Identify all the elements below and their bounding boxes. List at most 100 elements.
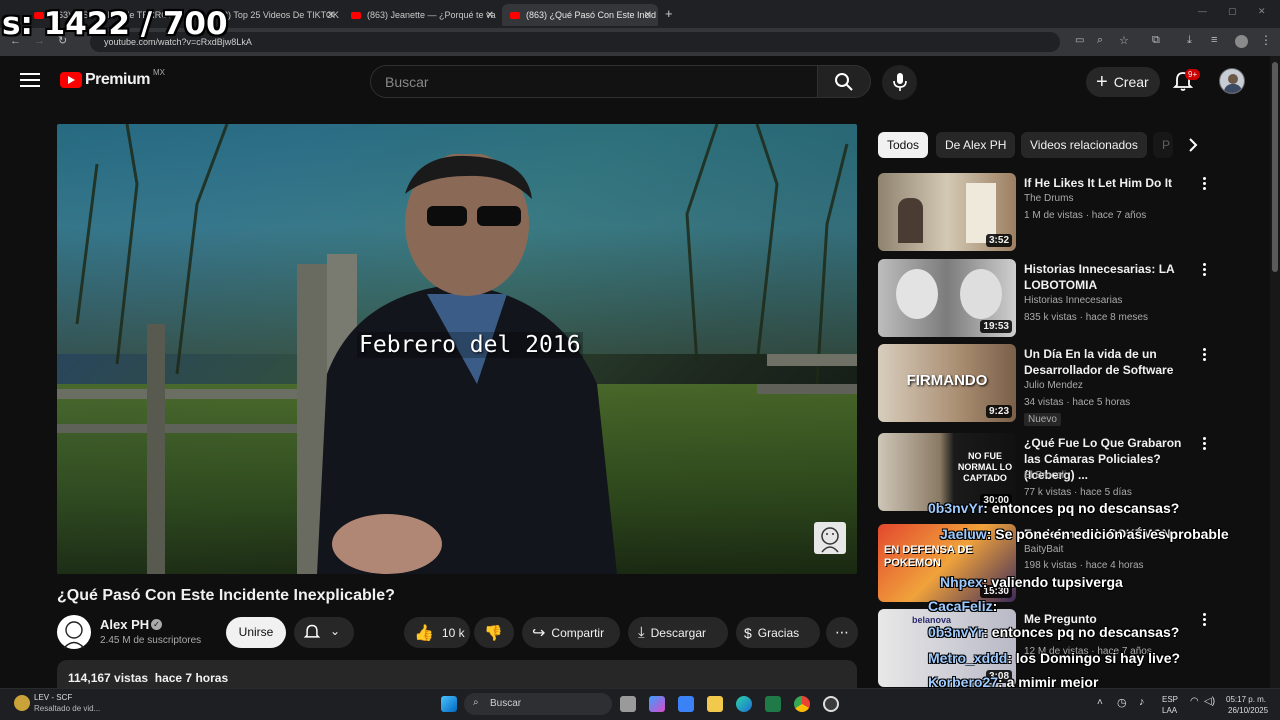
video-player[interactable]: Febrero del 2016 — [57, 124, 857, 574]
chevron-right-icon[interactable] — [1182, 134, 1204, 156]
verified-icon: ✓ — [151, 619, 162, 630]
windows-start-icon[interactable] — [441, 696, 457, 712]
create-button[interactable]: + Crear — [1086, 67, 1160, 97]
more-vertical-icon[interactable] — [1203, 263, 1207, 277]
thumbnail-text: EN DEFENSA DE POKEMON — [884, 544, 973, 569]
clock-time[interactable]: 05:17 p. m. — [1226, 695, 1266, 704]
taskbar-search-input[interactable]: Buscar — [464, 693, 612, 715]
extensions-icon[interactable]: ⧉ — [1152, 34, 1160, 47]
share-label: Compartir — [551, 625, 605, 640]
hamburger-menu-icon[interactable] — [20, 73, 40, 89]
download-icon: ⤓ — [638, 624, 645, 641]
search-button[interactable] — [817, 65, 871, 98]
task-view-icon[interactable] — [620, 696, 636, 712]
volume-tray-icon[interactable]: ◁) — [1204, 696, 1215, 707]
chrome-icon[interactable] — [794, 696, 810, 712]
close-tab-icon[interactable]: ✕ — [327, 10, 335, 21]
download-button[interactable]: ⤓ Descargar — [628, 617, 728, 648]
chat-message: Metro_xddd: los Domingo si hay live? — [928, 650, 1180, 666]
youtube-premium-logo[interactable]: Premium MX — [60, 68, 165, 89]
recommendation-title: Historias Innecesarias: LA LOBOTOMIA — [1024, 262, 1175, 292]
chat-user: Metro_xddd — [928, 650, 1008, 666]
voice-search-button[interactable] — [882, 65, 917, 100]
notification-title: LEV - SCF — [34, 693, 73, 702]
edge-icon[interactable] — [736, 696, 752, 712]
recommendation-channel: Historias Innecesarias — [1024, 295, 1123, 306]
chevron-up-icon[interactable]: ˄ — [1097, 697, 1103, 708]
subscription-bell-button[interactable]: ⌄ — [294, 617, 354, 648]
channel-avatar[interactable] — [57, 615, 91, 649]
video-thumbnail[interactable]: FIRMANDO 9:23 — [878, 344, 1016, 422]
more-horizontal-icon: ⋯ — [835, 624, 849, 640]
chat-user: 0b3nvYr — [928, 500, 984, 516]
obs-icon[interactable] — [823, 696, 839, 712]
more-vertical-icon[interactable] — [1203, 613, 1207, 627]
bell-icon — [303, 624, 321, 638]
file-explorer-icon[interactable] — [707, 696, 723, 712]
chat-text: : valiendo tupsiverga — [982, 574, 1123, 590]
chat-message: 0b3nvYr: entonces pq no descansas? — [928, 500, 1179, 516]
subscriber-count: 2.45 M de suscriptores — [100, 635, 202, 646]
share-button[interactable]: ↪ Compartir — [522, 617, 620, 648]
youtube-icon — [351, 11, 361, 19]
browser-tab[interactable]: (863) Jeanette — ¿Porqué te va ✕ — [343, 4, 500, 26]
notification-count-badge: 9+ — [1185, 69, 1201, 80]
cast-icon[interactable]: ▭ — [1075, 35, 1084, 46]
scrollbar-thumb[interactable] — [1272, 62, 1278, 272]
more-actions-button[interactable]: ⋯ — [826, 617, 858, 648]
close-tab-icon[interactable]: ✕ — [644, 10, 652, 21]
close-tab-icon[interactable]: ✕ — [486, 10, 494, 21]
maximize-window-icon[interactable]: ▢ — [1228, 6, 1237, 17]
recommendation-channel: BaityBait — [1024, 544, 1064, 555]
downloads-icon[interactable]: ⤓ — [1187, 34, 1192, 47]
dislike-button[interactable]: 👎 — [474, 617, 514, 648]
close-window-icon[interactable]: ✕ — [1258, 6, 1266, 17]
store-icon[interactable] — [678, 696, 694, 712]
thumbs-down-icon: 👎 — [484, 624, 503, 642]
browser-menu-icon[interactable]: ⋮ — [1260, 33, 1272, 47]
minimize-window-icon[interactable]: — — [1198, 6, 1207, 16]
chip-all[interactable]: Todos — [878, 132, 929, 158]
network-tray-icon[interactable]: ◷ — [1117, 696, 1127, 709]
like-button[interactable]: 👍 10 k — [404, 617, 470, 648]
chip-from-channel[interactable]: De Alex PH — [936, 132, 1016, 158]
windows-taskbar: LEV - SCF Resaltado de vid... — [0, 688, 1280, 720]
search-icon — [835, 73, 853, 91]
keyboard-layout: LAA — [1162, 706, 1178, 715]
notification-app-icon[interactable] — [14, 695, 30, 711]
microphone-tray-icon[interactable]: ♪ — [1139, 696, 1145, 708]
account-avatar[interactable] — [1219, 68, 1245, 94]
recommendation-channel: Julio Mendez — [1024, 380, 1083, 391]
search-input[interactable] — [371, 66, 817, 97]
tab-search-icon[interactable]: ≡ — [1211, 34, 1217, 46]
channel-name[interactable]: Alex PH — [100, 617, 149, 632]
excel-icon[interactable] — [765, 696, 781, 712]
thanks-button[interactable]: $ Gracias — [736, 617, 820, 648]
url-input[interactable]: youtube.com/watch?v=cRxdBjw8LkA — [90, 32, 1060, 52]
browser-tab-active[interactable]: (863) ¿Qué Pasó Con Este Incid ✕ — [502, 4, 658, 26]
zoom-icon[interactable]: ⌕ — [1097, 34, 1103, 47]
recommendation-meta: 835 k vistas · hace 8 meses — [1024, 312, 1148, 323]
video-thumbnail[interactable]: 19:53 — [878, 259, 1016, 337]
chat-message: Nhpex: valiendo tupsiverga — [940, 574, 1123, 590]
chip-more[interactable]: P — [1153, 132, 1173, 158]
copilot-icon[interactable] — [649, 696, 665, 712]
new-tab-button[interactable]: + — [665, 6, 673, 21]
bookmark-star-icon[interactable]: ☆ — [1119, 34, 1129, 47]
language-indicator[interactable]: ESP — [1162, 695, 1178, 704]
channel-watermark-icon[interactable] — [814, 522, 846, 554]
recommendation-item[interactable]: FIRMANDO 9:23 Un Día En la vida de un De… — [878, 344, 1258, 426]
more-vertical-icon[interactable] — [1203, 177, 1207, 191]
chat-text: : entonces pq no descansas? — [983, 500, 1180, 516]
video-thumbnail[interactable]: 3:52 — [878, 173, 1016, 251]
join-button[interactable]: Unirse — [226, 617, 286, 648]
recommendation-item[interactable]: 3:52 If He Likes It Let Him Do It The Dr… — [878, 173, 1258, 253]
duration-badge: 3:52 — [985, 234, 1012, 247]
wifi-tray-icon[interactable]: ◠ — [1190, 696, 1199, 707]
recommendation-item[interactable]: 19:53 Historias Innecesarias: LA LOBOTOM… — [878, 259, 1258, 339]
thumbnail-text: FIRMANDO — [906, 372, 988, 389]
more-vertical-icon[interactable] — [1203, 437, 1207, 451]
chip-related[interactable]: Videos relacionados — [1021, 132, 1147, 158]
more-vertical-icon[interactable] — [1203, 348, 1207, 362]
profile-icon[interactable] — [1235, 35, 1248, 48]
